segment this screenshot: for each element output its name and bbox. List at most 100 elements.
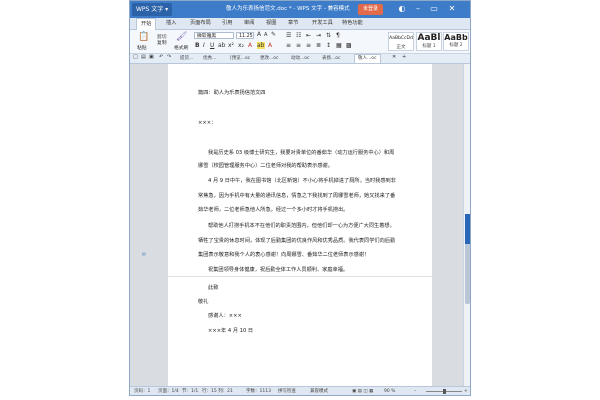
grow-font-icon[interactable]: A (257, 31, 261, 38)
window-title: 敬人为乐表扬信范文.doc * - WPS 文字 - 兼容模式 (226, 6, 350, 12)
highlight-icon[interactable]: ab (257, 42, 265, 49)
doc-date: ×××年 4 月 10 日 (208, 328, 254, 334)
style-normal-sample: AaBbCcDd (389, 36, 413, 41)
style-heading-1[interactable]: AaBl 标题 1 (416, 32, 442, 51)
skin-icon[interactable]: ◐ (396, 3, 408, 15)
status-spellcheck[interactable]: 拼写检查 (278, 387, 296, 395)
zoom-in-icon[interactable]: + (464, 387, 468, 395)
tab-section[interactable]: 章节 (288, 18, 298, 29)
tab-view[interactable]: 视图 (266, 18, 276, 29)
redo-icon[interactable]: ↷ (167, 54, 171, 60)
doc-closing-2: 敬礼 (198, 299, 209, 305)
decrease-indent-icon[interactable]: ⇤ (306, 32, 311, 39)
doc-line: 祝集团领导身体健康，祝后勤全体工作人员顺利、家庭幸福。 (208, 267, 349, 273)
maximize-icon[interactable]: ▭ (428, 3, 440, 15)
document-area: 篇四：助人为乐表扬信范文四 ×××： 我是历史系 03 级博士研究生，我要对贵单… (130, 64, 463, 386)
paragraph-marker-icon[interactable]: ▤ (142, 251, 146, 256)
tab-page-layout[interactable]: 页面布局 (190, 18, 211, 29)
new-tab-icon[interactable]: + (402, 54, 406, 60)
doc-closing-1: 此致 (208, 285, 219, 291)
view-mode-icons[interactable]: ▣ ▤ ◫ ▦ (352, 387, 373, 395)
tab-review[interactable]: 审阅 (244, 18, 254, 29)
align-left-icon[interactable]: ≡ (286, 42, 291, 49)
undo-icon[interactable]: ↶ (159, 54, 163, 60)
shrink-font-icon[interactable]: A (264, 32, 267, 38)
subscript-icon[interactable]: x₂ (238, 42, 244, 49)
status-mode: 兼容模式 (310, 389, 328, 394)
align-right-icon[interactable]: ≡ (306, 42, 311, 49)
paste-icon[interactable]: 📋 (138, 32, 149, 42)
font-name-select[interactable]: 微软雅黑 (194, 32, 234, 39)
title-bar: WPS 文字 ▾ 敬人为乐表扬信范文.doc * - WPS 文字 - 兼容模式… (130, 1, 470, 18)
minimize-icon[interactable]: – (412, 3, 424, 15)
underline-icon[interactable]: U (210, 42, 214, 49)
status-zoom: 90 % (384, 389, 396, 394)
close-tab-icon[interactable]: ✕ (392, 54, 396, 60)
text-effect-icon[interactable]: A (268, 42, 272, 49)
status-word-count[interactable]: 字数：1113 (246, 387, 271, 395)
font-size-select[interactable]: 11.25 (236, 32, 254, 39)
save-icon[interactable]: ▣ (149, 54, 154, 60)
close-icon[interactable]: ✕ (446, 3, 458, 15)
doc-tab[interactable]: 动动...oc (291, 55, 310, 63)
tab-references[interactable]: 引用 (222, 18, 232, 29)
justify-icon[interactable]: ≣ (316, 42, 321, 49)
bullet-list-icon[interactable]: ☰ (286, 32, 291, 39)
numbered-list-icon[interactable]: ☷ (296, 32, 301, 39)
login-button[interactable]: 未登录 (358, 4, 384, 15)
status-pages: 页面：1/4 (158, 389, 179, 394)
tab-home[interactable]: 开始 (136, 18, 157, 30)
line-spacing-icon[interactable]: ↕ (326, 42, 331, 49)
format-painter-icon[interactable]: 🖌 (176, 32, 187, 42)
zoom-slider-thumb[interactable] (443, 389, 446, 394)
scroll-highlight (465, 214, 470, 244)
italic-icon[interactable]: I (203, 42, 205, 49)
new-doc-icon[interactable]: □ (133, 54, 138, 60)
copy-button[interactable]: 复制 (157, 39, 167, 46)
show-marks-icon[interactable]: ¶ (336, 32, 340, 39)
document-tab-bar: □ ▤ ▣ ↶ ↷ 提货... 优秀... [预览...oc 更改...oc 动… (130, 54, 470, 64)
style-heading-1-sample: AaBl (417, 33, 441, 43)
doc-tab-active[interactable]: 敬人...oc (354, 54, 381, 63)
align-center-icon[interactable]: ≡ (296, 42, 301, 49)
doc-salutation: ×××： (198, 120, 217, 126)
format-painter-button[interactable]: 格式刷 (174, 44, 188, 51)
doc-line: 娜雪（校园管理服务中心）二位老师对我的帮助表示感谢。 (198, 163, 333, 169)
ribbon-toolbar: 📋 粘贴 剪切 复制 🖌 格式刷 微软雅黑 11.25 A A ✎ B I U … (130, 30, 470, 54)
tab-developer[interactable]: 开发工具 (312, 18, 333, 29)
status-page: 页码：1 (134, 389, 151, 394)
doc-tab[interactable]: 表扬...oc (322, 55, 341, 63)
zoom-out-icon[interactable]: – (414, 387, 416, 395)
strikethrough-icon[interactable]: ab (218, 42, 226, 49)
style-normal[interactable]: AaBbCcDd 正文 (388, 32, 414, 51)
bold-icon[interactable]: B (195, 42, 200, 49)
paste-button-label[interactable]: 粘贴 (137, 44, 147, 51)
borders-icon[interactable]: ▦ (336, 42, 342, 49)
doc-tab[interactable]: 提货... (180, 55, 193, 63)
wps-app-menu-button[interactable]: WPS 文字 ▾ (132, 3, 173, 16)
shading-icon[interactable]: ▩ (346, 42, 352, 49)
clear-format-icon[interactable]: ✎ (271, 31, 276, 38)
menu-tab-bar: 开始 插入 页面布局 引用 审阅 视图 章节 开发工具 特色功能 (130, 18, 470, 30)
style-heading-2[interactable]: AaBb 标题 2 (443, 32, 469, 51)
sort-icon[interactable]: ⇅ (326, 32, 331, 39)
superscript-icon[interactable]: x² (228, 42, 234, 49)
doc-tab[interactable]: [预览...oc (230, 55, 250, 63)
status-position: 行：15 列：21 (202, 389, 233, 394)
increase-indent-icon[interactable]: ⇥ (316, 32, 321, 39)
style-heading-1-label: 标题 1 (422, 44, 436, 49)
tab-insert[interactable]: 插入 (166, 18, 176, 29)
doc-tab[interactable]: 优秀... (203, 55, 216, 63)
doc-tab[interactable]: 更改...oc (260, 55, 279, 63)
style-heading-2-sample: AaBb (444, 33, 468, 42)
doc-line: 牺牲了宝贵的休息时间，体现了后勤集团的优良作风和优秀品质。我代表同学们向后勤 (198, 238, 396, 244)
tab-features[interactable]: 特色功能 (342, 18, 363, 29)
open-icon[interactable]: ▤ (141, 54, 146, 60)
vertical-scrollbar[interactable] (463, 64, 470, 386)
wps-window: WPS 文字 ▾ 敬人为乐表扬信范文.doc * - WPS 文字 - 兼容模式… (129, 0, 471, 396)
doc-line: 我是历史系 03 级博士研究生，我要对贵单位的番茹华（动力运行服务中心）和周 (208, 150, 395, 156)
doc-signature: 感谢人：××× (208, 313, 242, 319)
font-color-icon[interactable]: A (248, 42, 252, 49)
document-page[interactable]: 篇四：助人为乐表扬信范文四 ×××： 我是历史系 03 级博士研究生，我要对贵单… (168, 64, 432, 386)
doc-line: 茹华老师，二位老师急他人所急，经过一个多小时才将手机捞出。 (198, 207, 349, 213)
